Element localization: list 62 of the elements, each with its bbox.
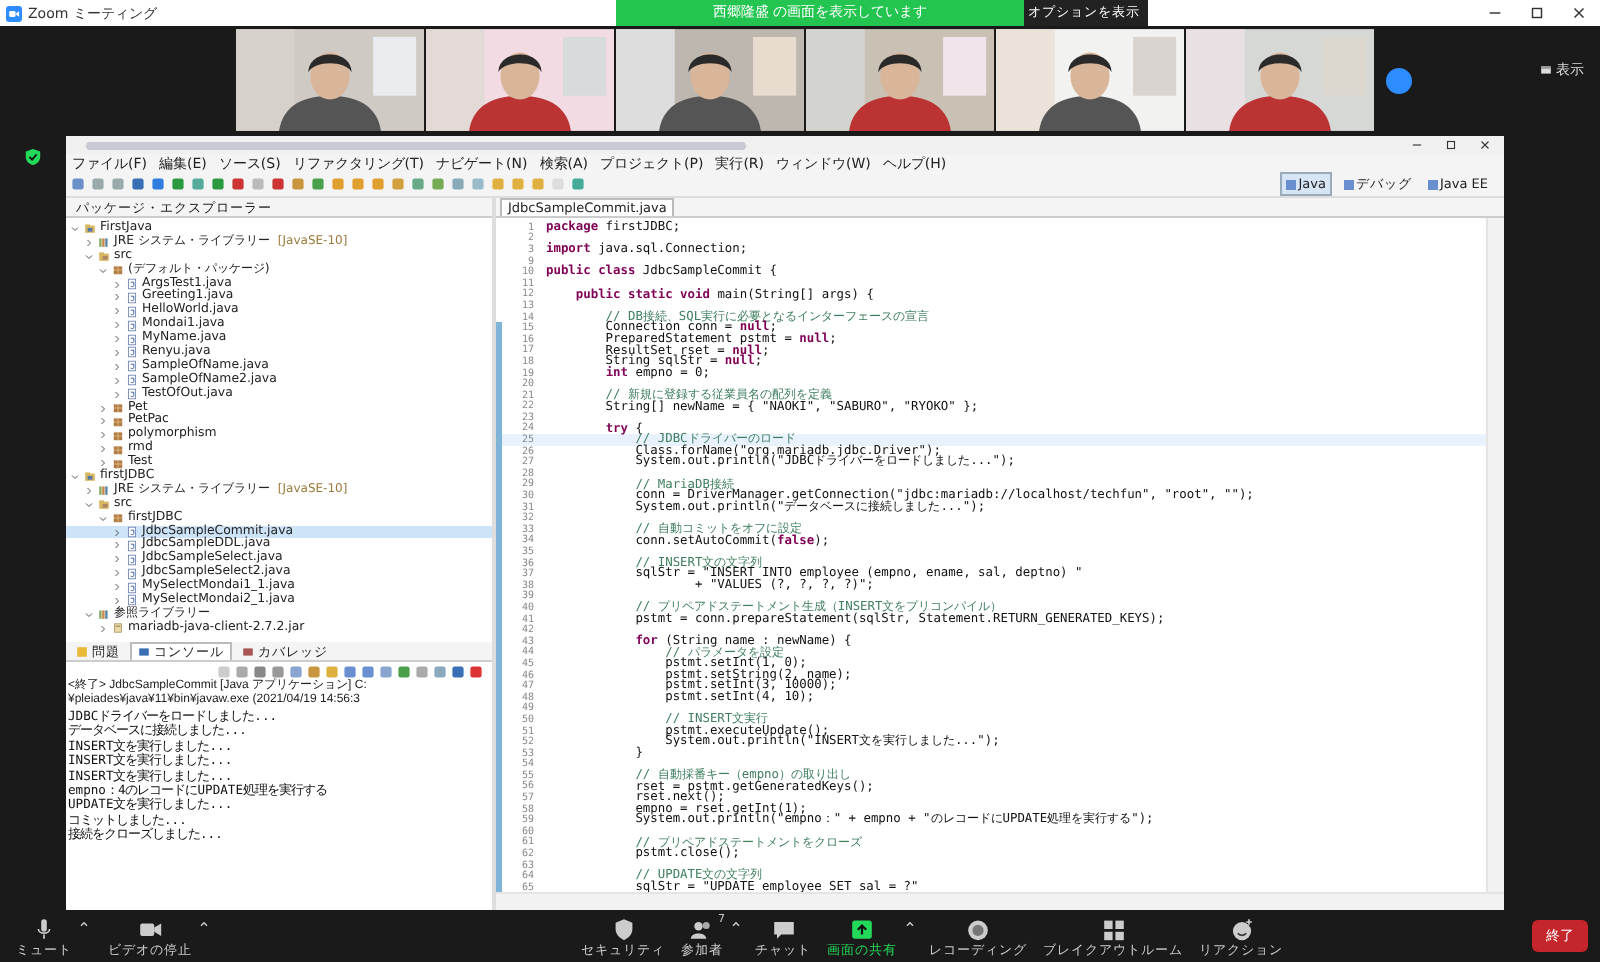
grid-icon [1099,915,1127,941]
chevron-right-icon[interactable] [112,334,122,345]
chevron-right-icon[interactable] [98,403,108,414]
package-icon [112,264,124,277]
chevron-right-icon[interactable] [112,554,122,565]
chevron-right-icon[interactable] [98,416,108,427]
package-icon [112,512,124,525]
maximize-icon[interactable] [1528,4,1546,22]
chevron-right-icon[interactable] [84,485,94,496]
chevron-down-icon[interactable] [70,223,80,234]
chevron-right-icon[interactable] [98,458,108,469]
tab-icon [76,646,88,658]
chevron-right-icon[interactable] [98,623,108,634]
chevron-right-icon[interactable] [98,430,108,441]
maximize-icon[interactable] [1444,138,1458,152]
scrollbar[interactable] [1486,218,1504,892]
library-icon [98,608,110,621]
next-page-button[interactable] [1386,68,1412,94]
chevron-down-icon[interactable] [98,513,108,524]
chevron-right-icon[interactable] [112,582,122,593]
close-icon[interactable] [1570,4,1588,22]
chevron-right-icon[interactable] [112,292,122,303]
share-screen-icon [848,915,876,941]
chevron-right-icon[interactable] [112,595,122,606]
shield-icon[interactable] [24,148,42,166]
caret-up-icon[interactable] [198,917,210,929]
project-icon [84,470,96,483]
chevron-right-icon[interactable] [112,361,122,372]
chevron-down-icon[interactable] [84,499,94,510]
library-icon [98,484,110,497]
chevron-right-icon[interactable] [112,320,122,331]
chevron-right-icon[interactable] [112,306,122,317]
folder-icon [98,250,110,263]
chevron-right-icon[interactable] [84,237,94,248]
caret-up-icon[interactable] [78,917,90,929]
chevron-right-icon[interactable] [112,347,122,358]
caret-up-icon[interactable] [729,917,741,929]
jar-icon [112,622,124,635]
chevron-right-icon[interactable] [98,444,108,455]
chevron-right-icon[interactable] [112,279,122,289]
tab-icon [242,646,254,658]
chevron-down-icon[interactable] [98,265,108,276]
chevron-right-icon[interactable] [112,568,122,579]
view-icon [1540,64,1552,76]
chevron-right-icon[interactable] [112,540,122,551]
chevron-right-icon[interactable] [112,389,122,400]
close-icon[interactable] [1478,138,1492,152]
library-icon [98,236,110,249]
chevron-down-icon[interactable] [84,609,94,620]
tab-icon [138,646,150,658]
minimize-icon[interactable] [1410,138,1424,152]
project-icon [84,222,96,235]
record-icon [964,915,992,941]
caret-up-icon[interactable] [903,917,915,929]
chevron-right-icon[interactable] [112,527,122,538]
zoom-logo-icon [6,5,22,21]
chevron-right-icon[interactable] [112,375,122,386]
chevron-down-icon[interactable] [84,251,94,262]
chevron-down-icon[interactable] [70,471,80,482]
folder-icon [98,498,110,511]
scrollbar[interactable] [496,892,1504,910]
smiley-icon [1227,915,1255,941]
